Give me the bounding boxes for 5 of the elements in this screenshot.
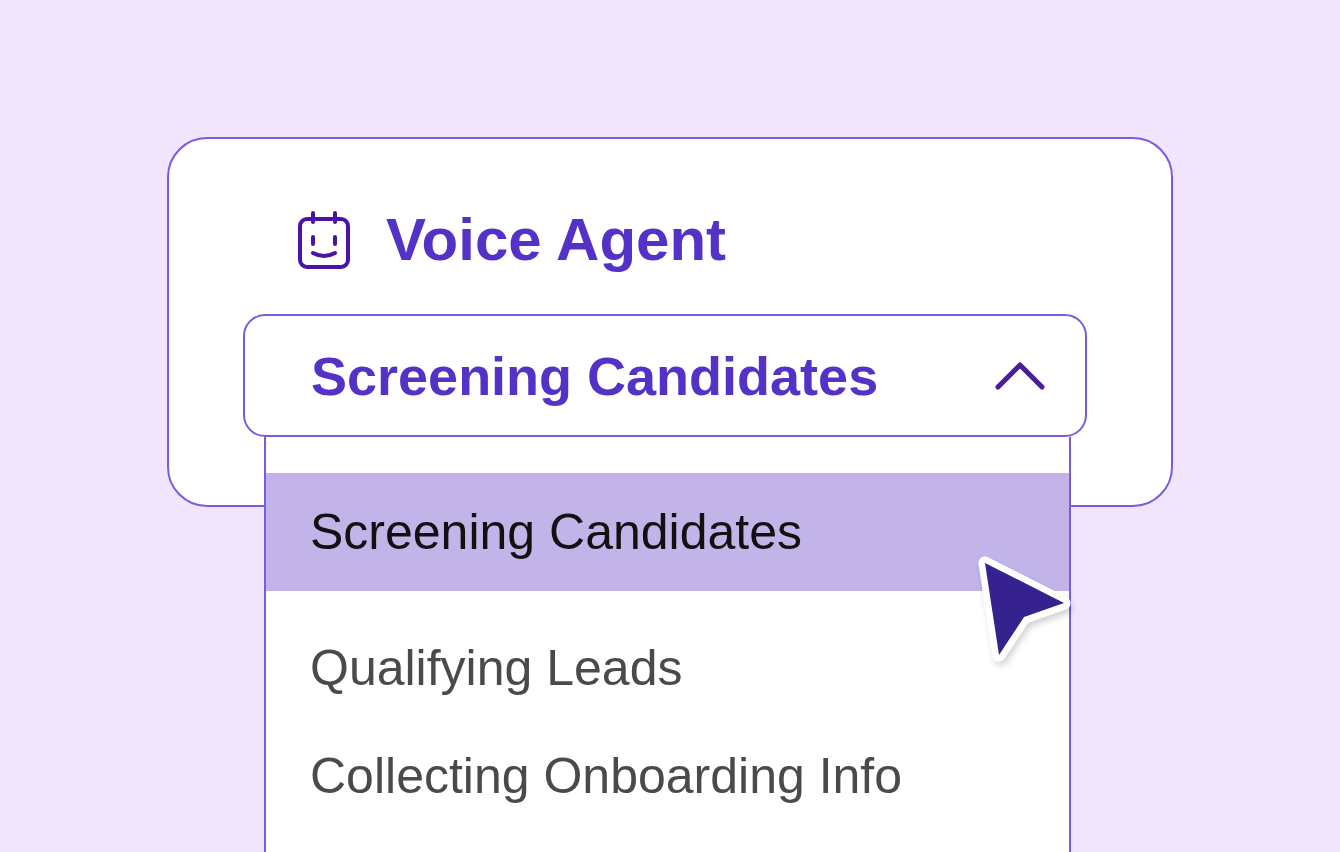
calendar-smile-icon (298, 211, 350, 269)
dropdown-select[interactable]: Screening Candidates (243, 314, 1087, 437)
dropdown-option[interactable]: Screening Candidates (266, 473, 1069, 591)
card-title: Voice Agent (386, 210, 727, 270)
chevron-up-icon (995, 361, 1045, 390)
